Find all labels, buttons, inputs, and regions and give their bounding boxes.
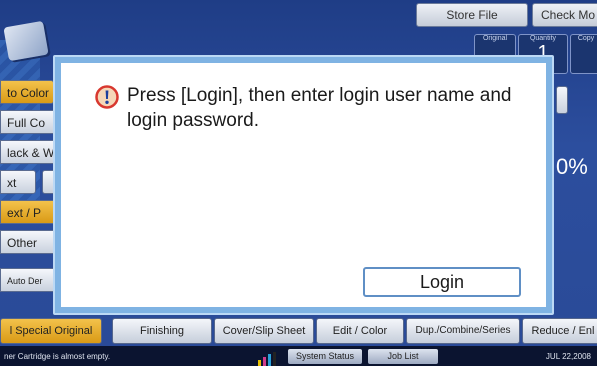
counter-label: Quantity	[529, 35, 557, 42]
tab-finishing[interactable]: Finishing	[112, 318, 212, 344]
status-message: ner Cartridge is almost empty.	[4, 352, 111, 361]
full-color-button[interactable]: Full Co	[0, 110, 56, 134]
other-button[interactable]: Other	[0, 230, 56, 254]
text-photo-button[interactable]: ext / P	[0, 200, 56, 224]
right-panel-button[interactable]	[556, 86, 568, 114]
text-button[interactable]: xt	[0, 170, 36, 194]
login-dialog: Press [Login], then enter login user nam…	[53, 55, 554, 315]
warning-icon	[95, 85, 119, 109]
system-status-button[interactable]: System Status	[288, 349, 362, 364]
toner-meter-icon	[258, 352, 278, 366]
copy-counter: Copy	[570, 34, 597, 74]
tab-cover-slip-sheet[interactable]: Cover/Slip Sheet	[214, 318, 314, 344]
tab-edit-color[interactable]: Edit / Color	[316, 318, 404, 344]
job-list-button[interactable]: Job List	[368, 349, 438, 364]
tab-dup-combine-series[interactable]: Dup./Combine/Series	[406, 318, 520, 344]
copier-icon	[3, 20, 49, 62]
counter-label: Original	[482, 35, 508, 42]
status-date: JUL 22,2008	[545, 352, 591, 361]
dialog-body: Press [Login], then enter login user nam…	[61, 63, 546, 307]
counter-label: Copy	[577, 35, 595, 42]
tab-reduce-enlarge[interactable]: Reduce / Enl	[522, 318, 597, 344]
dialog-message: Press [Login], then enter login user nam…	[127, 85, 512, 131]
status-bar: ner Cartridge is almost empty. System St…	[0, 346, 597, 366]
reproduction-ratio: 0%	[556, 154, 588, 179]
store-file-button[interactable]: Store File	[416, 3, 528, 27]
auto-color-button[interactable]: to Color	[0, 80, 54, 104]
black-white-button[interactable]: lack & W	[0, 140, 56, 164]
login-button[interactable]: Login	[363, 267, 521, 297]
check-modes-button[interactable]: Check Mo	[532, 3, 597, 27]
tab-special-original[interactable]: l Special Original	[0, 318, 102, 344]
auto-density-button[interactable]: Auto Der	[0, 268, 56, 292]
